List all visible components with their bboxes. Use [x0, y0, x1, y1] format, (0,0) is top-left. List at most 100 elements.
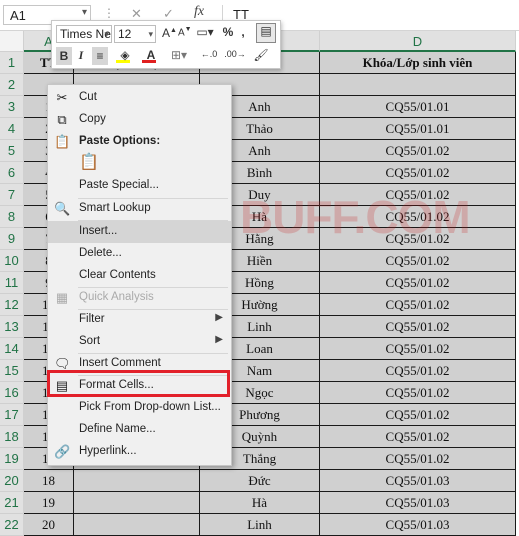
- increase-font-icon[interactable]: A▲: [162, 26, 177, 40]
- row-header-9[interactable]: 9: [0, 228, 24, 250]
- name-box-value: A1: [10, 8, 26, 23]
- cell-d21[interactable]: CQ55/01.03: [320, 492, 516, 514]
- cell-d1[interactable]: Khóa/Lớp sinh viên: [320, 52, 516, 74]
- row-header-17[interactable]: 17: [0, 404, 24, 426]
- menu-item-insert[interactable]: Insert...: [48, 221, 231, 243]
- cell-a20[interactable]: 18: [24, 470, 74, 492]
- row-header-13[interactable]: 13: [0, 316, 24, 338]
- cell-d12[interactable]: CQ55/01.02: [320, 294, 516, 316]
- paste-clipboard-icon: 📋: [79, 154, 99, 171]
- row-header-22[interactable]: 22: [0, 514, 24, 536]
- cell-d5[interactable]: CQ55/01.02: [320, 140, 516, 162]
- menu-item-pick-from-dropdown[interactable]: Pick From Drop-down List...: [48, 397, 231, 419]
- font-color-icon[interactable]: A: [140, 48, 162, 63]
- row-header-7[interactable]: 7: [0, 184, 24, 206]
- decrease-decimal-icon[interactable]: .00→: [224, 49, 246, 59]
- row-header-20[interactable]: 20: [0, 470, 24, 492]
- row-header-15[interactable]: 15: [0, 360, 24, 382]
- paste-icon: 📋: [54, 134, 71, 149]
- cell-d22[interactable]: CQ55/01.03: [320, 514, 516, 536]
- cell-d2[interactable]: [320, 74, 516, 96]
- format-painter-icon[interactable]: 🖌: [252, 48, 270, 62]
- italic-button[interactable]: I: [75, 48, 87, 63]
- cell-d17[interactable]: CQ55/01.02: [320, 404, 516, 426]
- menu-item-smart-lookup[interactable]: 🔍 Smart Lookup: [48, 198, 231, 220]
- row-header-11[interactable]: 11: [0, 272, 24, 294]
- increase-decimal-icon[interactable]: ←.0: [198, 49, 220, 59]
- row-header-8[interactable]: 8: [0, 206, 24, 228]
- cell-d19[interactable]: CQ55/01.02: [320, 448, 516, 470]
- bold-button[interactable]: B: [56, 47, 72, 65]
- select-all-corner[interactable]: [0, 31, 24, 52]
- cell-d11[interactable]: CQ55/01.02: [320, 272, 516, 294]
- row-header-1[interactable]: 1: [0, 52, 24, 74]
- font-name-box[interactable]: Times Ne ▾: [56, 25, 112, 43]
- row-header-12[interactable]: 12: [0, 294, 24, 316]
- chevron-down-icon[interactable]: ▾: [104, 26, 109, 42]
- menu-item-delete[interactable]: Delete...: [48, 243, 231, 265]
- copy-icon: ⧉: [57, 112, 67, 127]
- menu-item-define-name[interactable]: Define Name...: [48, 419, 231, 441]
- fill-color-icon[interactable]: ◈: [114, 48, 136, 63]
- chevron-down-icon[interactable]: ▾: [148, 26, 153, 42]
- menu-item-filter[interactable]: Filter ▶: [48, 309, 231, 331]
- chevron-down-icon[interactable]: ▾: [82, 7, 87, 18]
- menu-item-label: Quick Analysis: [79, 291, 154, 303]
- menu-item-paste-default[interactable]: 📋: [48, 151, 231, 177]
- row-header-14[interactable]: 14: [0, 338, 24, 360]
- cell-d6[interactable]: CQ55/01.02: [320, 162, 516, 184]
- cell-b20[interactable]: [74, 470, 200, 492]
- row-header-2[interactable]: 2: [0, 74, 24, 96]
- center-align-icon[interactable]: ≡: [92, 47, 108, 65]
- cell-c21[interactable]: Hà: [200, 492, 320, 514]
- font-size-box[interactable]: 12 ▾: [114, 25, 156, 43]
- cell-d15[interactable]: CQ55/01.02: [320, 360, 516, 382]
- link-icon: 🔗: [54, 444, 71, 459]
- cell-b21[interactable]: [74, 492, 200, 514]
- context-menu: ✂ Cut ⧉ Copy 📋 Paste Options: 📋 Paste Sp…: [47, 84, 232, 466]
- cell-d13[interactable]: CQ55/01.02: [320, 316, 516, 338]
- row-header-10[interactable]: 10: [0, 250, 24, 272]
- cell-d3[interactable]: CQ55/01.01: [320, 96, 516, 118]
- cell-c22[interactable]: Linh: [200, 514, 320, 536]
- menu-item-label: Copy: [79, 113, 106, 125]
- cell-c20[interactable]: Đức: [200, 470, 320, 492]
- cell-d10[interactable]: CQ55/01.02: [320, 250, 516, 272]
- row-header-18[interactable]: 18: [0, 426, 24, 448]
- menu-item-label: Clear Contents: [79, 269, 156, 281]
- menu-item-quick-analysis[interactable]: ▦ Quick Analysis: [48, 287, 231, 309]
- cell-d14[interactable]: CQ55/01.02: [320, 338, 516, 360]
- insert-function-icon[interactable]: fx: [194, 4, 204, 20]
- decrease-font-icon[interactable]: A▼: [178, 26, 192, 38]
- row-header-4[interactable]: 4: [0, 118, 24, 140]
- menu-item-copy[interactable]: ⧉ Copy: [48, 109, 231, 131]
- row-header-5[interactable]: 5: [0, 140, 24, 162]
- row-header-3[interactable]: 3: [0, 96, 24, 118]
- menu-item-label: Paste Special...: [79, 179, 159, 191]
- percent-icon[interactable]: %: [222, 25, 234, 39]
- row-header-6[interactable]: 6: [0, 162, 24, 184]
- menu-item-paste-special[interactable]: Paste Special...: [48, 175, 231, 197]
- column-header-d[interactable]: D: [320, 31, 516, 52]
- wrap-format-icon[interactable]: ▤: [256, 23, 276, 43]
- borders-icon[interactable]: ⊞▾: [168, 48, 190, 62]
- row-header-19[interactable]: 19: [0, 448, 24, 470]
- cell-d16[interactable]: CQ55/01.02: [320, 382, 516, 404]
- menu-item-paste-options: 📋 Paste Options:: [48, 131, 231, 153]
- accounting-format-icon[interactable]: ▭▾: [194, 25, 216, 39]
- menu-item-sort[interactable]: Sort ▶: [48, 331, 231, 353]
- cell-d18[interactable]: CQ55/01.02: [320, 426, 516, 448]
- row-header-21[interactable]: 21: [0, 492, 24, 514]
- cell-b22[interactable]: [74, 514, 200, 536]
- menu-item-label: Delete...: [79, 247, 122, 259]
- comma-style-icon[interactable]: ,: [238, 25, 248, 39]
- cell-d4[interactable]: CQ55/01.01: [320, 118, 516, 140]
- menu-item-clear-contents[interactable]: Clear Contents: [48, 265, 231, 287]
- cell-d20[interactable]: CQ55/01.03: [320, 470, 516, 492]
- cell-a21[interactable]: 19: [24, 492, 74, 514]
- row-header-16[interactable]: 16: [0, 382, 24, 404]
- menu-item-label: Filter: [79, 313, 105, 325]
- cell-a22[interactable]: 20: [24, 514, 74, 536]
- menu-item-cut[interactable]: ✂ Cut: [48, 87, 231, 109]
- highlight-box: [47, 370, 230, 397]
